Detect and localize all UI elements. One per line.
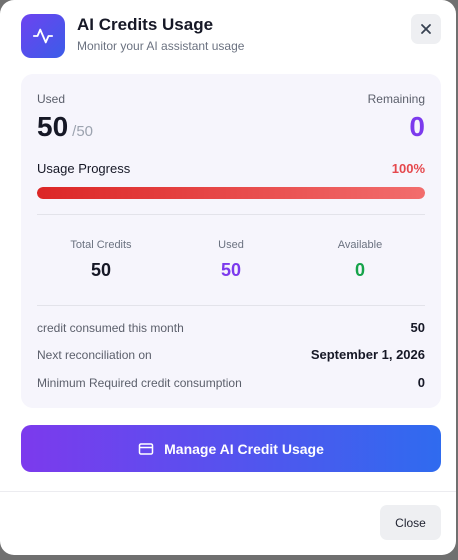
remaining-value: 0 (409, 111, 425, 142)
activity-pulse-icon (21, 14, 65, 58)
stat-used: Used 50 (171, 239, 291, 281)
usage-progress-label: Usage Progress (37, 161, 131, 176)
ai-credits-dialog: AI Credits Usage Monitor your AI assista… (0, 0, 456, 555)
stat-available: Available 0 (300, 239, 420, 281)
used-total: /50 (72, 123, 94, 140)
detail-label: Next reconciliation on (37, 348, 152, 362)
used-label: Used (37, 92, 66, 106)
divider (37, 305, 425, 306)
detail-value: 0 (417, 375, 425, 390)
stat-label: Available (337, 239, 383, 251)
used-amount: 50/50 (37, 111, 93, 143)
stat-label: Total Credits (70, 239, 132, 251)
detail-label: credit consumed this month (37, 321, 184, 335)
usage-progress-percent: 100% (391, 161, 425, 176)
stat-value: 50 (220, 260, 242, 280)
footer-divider (0, 491, 456, 492)
dialog-header: AI Credits Usage Monitor your AI assista… (0, 0, 456, 75)
divider (37, 214, 425, 215)
stat-label: Used (218, 239, 244, 251)
detail-value: 50 (410, 320, 425, 335)
remaining-label: Remaining (367, 92, 425, 106)
stat-total-credits: Total Credits 50 (41, 239, 161, 281)
close-icon (421, 24, 431, 34)
used-value: 50 (37, 111, 69, 142)
detail-value: September 1, 2026 (310, 347, 425, 362)
usage-progress-bar (37, 187, 425, 199)
dialog-subtitle: Monitor your AI assistant usage (77, 39, 245, 53)
manage-button-label: Manage AI Credit Usage (164, 440, 324, 457)
dialog-title: AI Credits Usage (77, 15, 214, 34)
close-button[interactable]: Close (380, 505, 441, 540)
manage-ai-credit-usage-button[interactable]: Manage AI Credit Usage (21, 425, 441, 472)
stat-value: 50 (90, 260, 112, 280)
detail-label: Minimum Required credit consumption (37, 376, 242, 390)
stat-value: 0 (354, 260, 365, 280)
credit-card-icon (138, 442, 154, 455)
close-icon-button[interactable] (411, 14, 441, 44)
usage-card: Used Remaining 50/50 0 Usage Progress 10… (21, 74, 441, 408)
usage-progress-fill (37, 187, 425, 199)
